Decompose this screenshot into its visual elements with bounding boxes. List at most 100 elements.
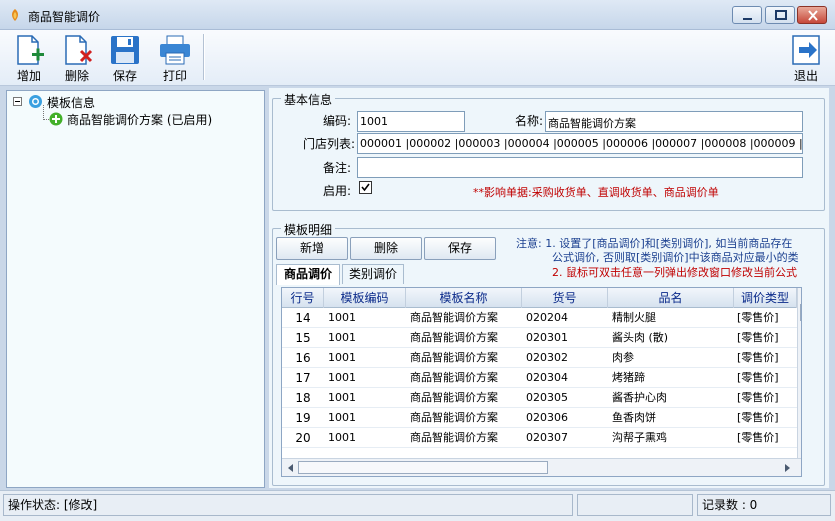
cell-price-type[interactable]: [零售价] bbox=[737, 348, 797, 368]
tree-item-scheme[interactable]: 商品智能调价方案 (已启用) bbox=[67, 111, 212, 128]
status-bar: 操作状态: [修改] 记录数 : 0 bbox=[0, 490, 835, 521]
cell-item-code[interactable]: 020301 bbox=[526, 328, 608, 348]
minimize-button[interactable] bbox=[732, 6, 762, 24]
cell-price-type[interactable]: [零售价] bbox=[737, 428, 797, 448]
table-row[interactable]: 20 1001 商品智能调价方案 020307 沟帮子熏鸡 [零售价] bbox=[282, 428, 797, 448]
cell-item-name[interactable]: 酱香护心肉 bbox=[612, 388, 734, 408]
cell-template-name[interactable]: 商品智能调价方案 bbox=[410, 328, 522, 348]
cell-row-no[interactable]: 14 bbox=[282, 308, 324, 328]
window-title: 商品智能调价 bbox=[28, 10, 101, 24]
detail-group: 模板明细 新增 删除 保存 注意: 1. 设置了[商品调价]和[类别调价], 如… bbox=[272, 221, 825, 486]
scroll-down-icon[interactable] bbox=[801, 446, 802, 454]
cell-item-name[interactable]: 精制火腿 bbox=[612, 308, 734, 328]
column-template-name[interactable]: 模板名称 bbox=[406, 288, 522, 308]
app-icon bbox=[12, 9, 18, 21]
toolbar-separator bbox=[203, 34, 205, 80]
cell-price-type[interactable]: [零售价] bbox=[737, 308, 797, 328]
cell-item-code[interactable]: 020304 bbox=[526, 368, 608, 388]
scroll-left-icon[interactable] bbox=[286, 463, 294, 473]
toolbar: 增加 删除 保存 打印 退出 bbox=[0, 30, 835, 86]
cell-price-type[interactable]: [零售价] bbox=[737, 388, 797, 408]
tree-line bbox=[43, 105, 44, 120]
cell-template-code[interactable]: 1001 bbox=[328, 428, 406, 448]
cell-template-code[interactable]: 1001 bbox=[328, 308, 406, 328]
cell-row-no[interactable]: 15 bbox=[282, 328, 324, 348]
table-row[interactable]: 15 1001 商品智能调价方案 020301 酱头肉 (散) [零售价] bbox=[282, 328, 797, 348]
column-item-code[interactable]: 货号 bbox=[522, 288, 608, 308]
vertical-scroll-thumb[interactable] bbox=[800, 304, 801, 321]
code-field[interactable]: 1001 bbox=[357, 111, 465, 132]
cell-template-code[interactable]: 1001 bbox=[328, 408, 406, 428]
checkmark-icon bbox=[361, 183, 370, 192]
cell-item-name[interactable]: 烤猪蹄 bbox=[612, 368, 734, 388]
column-price-type[interactable]: 调价类型 bbox=[734, 288, 797, 308]
cell-item-code[interactable]: 020306 bbox=[526, 408, 608, 428]
template-tree: 模板信息 商品智能调价方案 (已启用) bbox=[6, 90, 265, 488]
close-icon bbox=[808, 10, 818, 21]
cell-item-name[interactable]: 酱头肉 (散) bbox=[612, 328, 734, 348]
delete-row-button[interactable]: 删除 bbox=[350, 237, 422, 260]
add-button[interactable]: 增加 bbox=[6, 32, 52, 84]
table-row[interactable]: 16 1001 商品智能调价方案 020302 肉参 [零售价] bbox=[282, 348, 797, 368]
cell-item-name[interactable]: 沟帮子熏鸡 bbox=[612, 428, 734, 448]
cell-row-no[interactable]: 17 bbox=[282, 368, 324, 388]
column-template-code[interactable]: 模板编码 bbox=[324, 288, 406, 308]
cell-template-code[interactable]: 1001 bbox=[328, 348, 406, 368]
cell-template-code[interactable]: 1001 bbox=[328, 368, 406, 388]
save-detail-button[interactable]: 保存 bbox=[424, 237, 496, 260]
name-field[interactable]: 商品智能调价方案 bbox=[545, 111, 803, 132]
enabled-plus-icon bbox=[49, 112, 63, 126]
cell-item-code[interactable]: 020305 bbox=[526, 388, 608, 408]
tree-root-label[interactable]: 模板信息 bbox=[47, 94, 95, 111]
print-button[interactable]: 打印 bbox=[152, 32, 198, 84]
cell-row-no[interactable]: 18 bbox=[282, 388, 324, 408]
price-grid[interactable]: 行号 模板编码 模板名称 货号 品名 调价类型 14 1001 商品智能调价方案 02… bbox=[281, 287, 802, 477]
tab-product-price[interactable]: 商品调价 bbox=[276, 264, 340, 285]
table-row[interactable]: 18 1001 商品智能调价方案 020305 酱香护心肉 [零售价] bbox=[282, 388, 797, 408]
cell-price-type[interactable]: [零售价] bbox=[737, 328, 797, 348]
column-item-name[interactable]: 品名 bbox=[608, 288, 734, 308]
new-row-button[interactable]: 新增 bbox=[276, 237, 348, 260]
delete-document-icon bbox=[65, 35, 93, 65]
grid-header: 行号 模板编码 模板名称 货号 品名 调价类型 bbox=[282, 288, 797, 308]
cell-template-name[interactable]: 商品智能调价方案 bbox=[410, 308, 522, 328]
collapse-icon[interactable] bbox=[13, 97, 23, 107]
delete-button[interactable]: 删除 bbox=[54, 32, 100, 84]
cell-template-name[interactable]: 商品智能调价方案 bbox=[410, 348, 522, 368]
tab-category-price[interactable]: 类别调价 bbox=[342, 264, 404, 284]
horizontal-scroll-thumb[interactable] bbox=[298, 461, 548, 474]
cell-template-code[interactable]: 1001 bbox=[328, 328, 406, 348]
cell-item-code[interactable]: 020204 bbox=[526, 308, 608, 328]
impact-note: **影响单据:采购收货单、直调收货单、商品调价单 bbox=[473, 186, 719, 199]
cell-item-name[interactable]: 鱼香肉饼 bbox=[612, 408, 734, 428]
cell-template-name[interactable]: 商品智能调价方案 bbox=[410, 428, 522, 448]
enabled-checkbox[interactable] bbox=[359, 181, 372, 194]
table-row[interactable]: 14 1001 商品智能调价方案 020204 精制火腿 [零售价] bbox=[282, 308, 797, 328]
close-button[interactable] bbox=[797, 6, 827, 24]
cell-row-no[interactable]: 20 bbox=[282, 428, 324, 448]
cell-template-code[interactable]: 1001 bbox=[328, 388, 406, 408]
horizontal-scrollbar[interactable] bbox=[282, 458, 801, 476]
scroll-right-icon[interactable] bbox=[784, 463, 792, 473]
cell-item-code[interactable]: 020307 bbox=[526, 428, 608, 448]
cell-row-no[interactable]: 19 bbox=[282, 408, 324, 428]
cell-price-type[interactable]: [零售价] bbox=[737, 368, 797, 388]
table-row[interactable]: 17 1001 商品智能调价方案 020304 烤猪蹄 [零售价] bbox=[282, 368, 797, 388]
store-list-field[interactable]: 000001 |000002 |000003 |000004 |000005 |… bbox=[357, 133, 803, 154]
table-row[interactable]: 19 1001 商品智能调价方案 020306 鱼香肉饼 [零售价] bbox=[282, 408, 797, 428]
cell-row-no[interactable]: 16 bbox=[282, 348, 324, 368]
cell-item-code[interactable]: 020302 bbox=[526, 348, 608, 368]
column-row-no[interactable]: 行号 bbox=[282, 288, 324, 308]
cell-template-name[interactable]: 商品智能调价方案 bbox=[410, 408, 522, 428]
remark-field[interactable] bbox=[357, 157, 803, 178]
cell-template-name[interactable]: 商品智能调价方案 bbox=[410, 368, 522, 388]
scroll-up-icon[interactable] bbox=[801, 291, 802, 299]
exit-button[interactable]: 退出 bbox=[783, 32, 829, 84]
maximize-icon bbox=[775, 10, 787, 20]
cell-item-name[interactable]: 肉参 bbox=[612, 348, 734, 368]
save-button[interactable]: 保存 bbox=[102, 32, 148, 84]
cell-price-type[interactable]: [零售价] bbox=[737, 408, 797, 428]
vertical-scrollbar[interactable] bbox=[797, 288, 802, 458]
cell-template-name[interactable]: 商品智能调价方案 bbox=[410, 388, 522, 408]
maximize-button[interactable] bbox=[765, 6, 795, 24]
